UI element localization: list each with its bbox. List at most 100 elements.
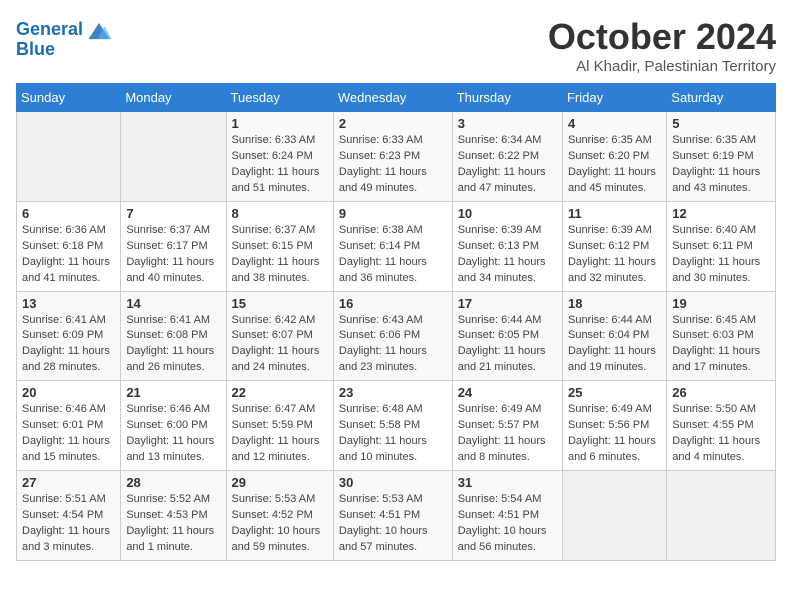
day-info: Sunrise: 6:39 AMSunset: 6:12 PMDaylight:… <box>568 223 661 287</box>
calendar-cell: 2 Sunrise: 6:33 AMSunset: 6:23 PMDaylight… <box>333 112 452 202</box>
day-info: Sunrise: 6:40 AMSunset: 6:11 PMDaylight:… <box>672 223 770 287</box>
day-number: 7 <box>126 206 220 221</box>
day-info: Sunrise: 6:37 AMSunset: 6:17 PMDaylight:… <box>126 223 220 287</box>
day-number: 26 <box>672 385 770 400</box>
day-number: 15 <box>232 296 328 311</box>
day-of-week-header: Wednesday <box>333 84 452 112</box>
calendar-cell: 1Sunrise: 6:33 AMSunset: 6:24 PMDaylight… <box>226 112 333 202</box>
day-number: 5 <box>672 116 770 131</box>
day-info: Sunrise: 6:49 AMSunset: 5:56 PMDaylight:… <box>568 402 661 466</box>
calendar-table: SundayMondayTuesdayWednesdayThursdayFrid… <box>16 83 776 561</box>
day-info: Sunrise: 5:53 AMSunset: 4:51 PMDaylight:… <box>339 492 447 556</box>
calendar-cell: 18 Sunrise: 6:44 AMSunset: 6:04 PMDayligh… <box>562 291 666 381</box>
calendar-week-row: 6 Sunrise: 6:36 AMSunset: 6:18 PMDaylight… <box>17 201 776 291</box>
day-info: Sunrise: 5:53 AMSunset: 4:52 PMDaylight:… <box>232 492 328 556</box>
day-of-week-header: Monday <box>121 84 226 112</box>
calendar-cell: 7 Sunrise: 6:37 AMSunset: 6:17 PMDaylight… <box>121 201 226 291</box>
day-of-week-header: Friday <box>562 84 666 112</box>
calendar-subtitle: Al Khadir, Palestinian Territory <box>548 58 776 75</box>
day-number: 30 <box>339 475 447 490</box>
day-info: Sunrise: 6:42 AMSunset: 6:07 PMDaylight:… <box>232 313 328 377</box>
day-number: 16 <box>339 296 447 311</box>
calendar-cell: 6 Sunrise: 6:36 AMSunset: 6:18 PMDaylight… <box>17 201 121 291</box>
calendar-cell: 31 Sunrise: 5:54 AMSunset: 4:51 PMDayligh… <box>452 471 562 561</box>
day-info: Sunrise: 6:39 AMSunset: 6:13 PMDaylight:… <box>458 223 557 287</box>
day-info: Sunrise: 6:48 AMSunset: 5:58 PMDaylight:… <box>339 402 447 466</box>
calendar-cell: 16 Sunrise: 6:43 AMSunset: 6:06 PMDayligh… <box>333 291 452 381</box>
calendar-cell: 20Sunrise: 6:46 AMSunset: 6:01 PMDayligh… <box>17 381 121 471</box>
day-number: 11 <box>568 206 661 221</box>
logo-text: General <box>16 20 83 40</box>
day-info: Sunrise: 6:41 AMSunset: 6:08 PMDaylight:… <box>126 313 220 377</box>
day-number: 24 <box>458 385 557 400</box>
day-info: Sunrise: 6:35 AMSunset: 6:20 PMDaylight:… <box>568 133 661 197</box>
day-info: Sunrise: 5:50 AMSunset: 4:55 PMDaylight:… <box>672 402 770 466</box>
calendar-cell <box>121 112 226 202</box>
day-info: Sunrise: 6:36 AMSunset: 6:18 PMDaylight:… <box>22 223 115 287</box>
calendar-cell: 11 Sunrise: 6:39 AMSunset: 6:12 PMDayligh… <box>562 201 666 291</box>
day-number: 22 <box>232 385 328 400</box>
calendar-title: October 2024 <box>548 16 776 58</box>
day-number: 14 <box>126 296 220 311</box>
calendar-cell: 13Sunrise: 6:41 AMSunset: 6:09 PMDayligh… <box>17 291 121 381</box>
day-number: 28 <box>126 475 220 490</box>
day-info: Sunrise: 6:45 AMSunset: 6:03 PMDaylight:… <box>672 313 770 377</box>
calendar-cell: 26 Sunrise: 5:50 AMSunset: 4:55 PMDayligh… <box>667 381 776 471</box>
calendar-cell: 15 Sunrise: 6:42 AMSunset: 6:07 PMDayligh… <box>226 291 333 381</box>
calendar-cell: 4Sunrise: 6:35 AMSunset: 6:20 PMDaylight… <box>562 112 666 202</box>
calendar-cell: 29 Sunrise: 5:53 AMSunset: 4:52 PMDayligh… <box>226 471 333 561</box>
day-info: Sunrise: 6:44 AMSunset: 6:04 PMDaylight:… <box>568 313 661 377</box>
calendar-cell: 10 Sunrise: 6:39 AMSunset: 6:13 PMDayligh… <box>452 201 562 291</box>
day-info: Sunrise: 5:51 AMSunset: 4:54 PMDaylight:… <box>22 492 115 556</box>
day-number: 8 <box>232 206 328 221</box>
calendar-cell: 8 Sunrise: 6:37 AMSunset: 6:15 PMDaylight… <box>226 201 333 291</box>
day-number: 3 <box>458 116 557 131</box>
title-block: October 2024 Al Khadir, Palestinian Terr… <box>548 16 776 75</box>
day-info: Sunrise: 6:46 AMSunset: 6:00 PMDaylight:… <box>126 402 220 466</box>
day-info: Sunrise: 6:35 AMSunset: 6:19 PMDaylight:… <box>672 133 770 197</box>
day-number: 18 <box>568 296 661 311</box>
calendar-header-row: SundayMondayTuesdayWednesdayThursdayFrid… <box>17 84 776 112</box>
day-of-week-header: Thursday <box>452 84 562 112</box>
day-number: 17 <box>458 296 557 311</box>
day-number: 25 <box>568 385 661 400</box>
logo: General Blue <box>16 16 113 60</box>
day-number: 19 <box>672 296 770 311</box>
calendar-cell <box>667 471 776 561</box>
calendar-week-row: 27 Sunrise: 5:51 AMSunset: 4:54 PMDayligh… <box>17 471 776 561</box>
day-number: 6 <box>22 206 115 221</box>
page-header: General Blue October 2024 Al Khadir, Pal… <box>16 16 776 75</box>
day-number: 10 <box>458 206 557 221</box>
day-number: 13 <box>22 296 115 311</box>
calendar-cell: 25 Sunrise: 6:49 AMSunset: 5:56 PMDayligh… <box>562 381 666 471</box>
day-number: 12 <box>672 206 770 221</box>
day-info: Sunrise: 5:54 AMSunset: 4:51 PMDaylight:… <box>458 492 557 556</box>
calendar-cell: 14 Sunrise: 6:41 AMSunset: 6:08 PMDayligh… <box>121 291 226 381</box>
day-number: 31 <box>458 475 557 490</box>
day-info: Sunrise: 6:43 AMSunset: 6:06 PMDaylight:… <box>339 313 447 377</box>
day-info: Sunrise: 6:38 AMSunset: 6:14 PMDaylight:… <box>339 223 447 287</box>
calendar-cell <box>562 471 666 561</box>
calendar-cell: 17 Sunrise: 6:44 AMSunset: 6:05 PMDayligh… <box>452 291 562 381</box>
calendar-cell: 9 Sunrise: 6:38 AMSunset: 6:14 PMDaylight… <box>333 201 452 291</box>
day-info: Sunrise: 6:34 AMSunset: 6:22 PMDaylight:… <box>458 133 557 197</box>
calendar-cell: 27 Sunrise: 5:51 AMSunset: 4:54 PMDayligh… <box>17 471 121 561</box>
day-info: Sunrise: 6:33 AMSunset: 6:23 PMDaylight:… <box>339 133 447 197</box>
day-info: Sunrise: 6:37 AMSunset: 6:15 PMDaylight:… <box>232 223 328 287</box>
calendar-cell: 24Sunrise: 6:49 AMSunset: 5:57 PMDayligh… <box>452 381 562 471</box>
logo-icon <box>85 16 113 44</box>
calendar-cell: 5 Sunrise: 6:35 AMSunset: 6:19 PMDaylight… <box>667 112 776 202</box>
day-number: 27 <box>22 475 115 490</box>
day-info: Sunrise: 6:47 AMSunset: 5:59 PMDaylight:… <box>232 402 328 466</box>
calendar-week-row: 20Sunrise: 6:46 AMSunset: 6:01 PMDayligh… <box>17 381 776 471</box>
calendar-cell: 21 Sunrise: 6:46 AMSunset: 6:00 PMDayligh… <box>121 381 226 471</box>
day-number: 29 <box>232 475 328 490</box>
day-of-week-header: Sunday <box>17 84 121 112</box>
calendar-cell <box>17 112 121 202</box>
day-number: 9 <box>339 206 447 221</box>
day-info: Sunrise: 6:44 AMSunset: 6:05 PMDaylight:… <box>458 313 557 377</box>
calendar-cell: 23Sunrise: 6:48 AMSunset: 5:58 PMDayligh… <box>333 381 452 471</box>
day-info: Sunrise: 6:46 AMSunset: 6:01 PMDaylight:… <box>22 402 115 466</box>
day-number: 2 <box>339 116 447 131</box>
day-number: 21 <box>126 385 220 400</box>
